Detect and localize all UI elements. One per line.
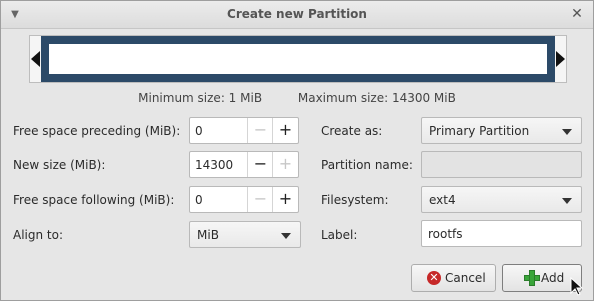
chevron-down-icon bbox=[281, 233, 291, 239]
free-preceding-decrement-button[interactable]: − bbox=[247, 118, 273, 143]
partition-name-input[interactable] bbox=[421, 151, 582, 178]
free-preceding-increment-button[interactable]: + bbox=[272, 118, 298, 143]
filesystem-dropdown[interactable]: ext4 bbox=[421, 186, 582, 213]
free-preceding-spinner[interactable]: 0 − + bbox=[189, 117, 299, 144]
create-as-label: Create as: bbox=[321, 124, 383, 138]
create-as-dropdown[interactable]: Primary Partition bbox=[421, 117, 582, 144]
fs-label-label: Label: bbox=[321, 228, 358, 242]
free-preceding-value[interactable]: 0 bbox=[195, 124, 203, 138]
size-limits: Minimum size: 1 MiB Maximum size: 14300 … bbox=[1, 91, 593, 105]
free-following-increment-button[interactable]: + bbox=[272, 187, 298, 212]
minimum-size-text: Minimum size: 1 MiB bbox=[138, 91, 263, 105]
filesystem-value: ext4 bbox=[429, 193, 456, 207]
dialog-title: Create new Partition bbox=[227, 7, 367, 21]
chevron-down-icon bbox=[562, 198, 572, 204]
mouse-cursor-icon bbox=[570, 277, 584, 296]
new-size-increment-button[interactable]: + bbox=[272, 152, 298, 177]
free-following-decrement-button[interactable]: − bbox=[247, 187, 273, 212]
maximum-size-text: Maximum size: 14300 MiB bbox=[297, 91, 456, 105]
title-bar: ▼ Create new Partition ✕ bbox=[1, 1, 593, 29]
plus-icon bbox=[524, 270, 540, 286]
create-as-value: Primary Partition bbox=[429, 124, 530, 138]
create-partition-dialog: ▼ Create new Partition ✕ Minimum size: 1… bbox=[0, 0, 594, 301]
new-size-value[interactable]: 14300 bbox=[195, 158, 233, 172]
close-icon[interactable]: ✕ bbox=[569, 6, 585, 22]
free-preceding-label: Free space preceding (MiB): bbox=[13, 124, 181, 138]
add-button-label: Add bbox=[541, 271, 565, 285]
fs-label-input[interactable]: rootfs bbox=[421, 220, 582, 247]
partition-bar[interactable] bbox=[41, 36, 555, 82]
free-following-value[interactable]: 0 bbox=[195, 193, 203, 207]
partition-bar-fill bbox=[49, 44, 547, 74]
filesystem-label: Filesystem: bbox=[321, 193, 389, 207]
free-following-spinner[interactable]: 0 − + bbox=[189, 186, 299, 213]
partition-name-label: Partition name: bbox=[321, 158, 413, 172]
align-label: Align to: bbox=[13, 228, 64, 242]
resize-handle-right-icon[interactable] bbox=[556, 51, 565, 67]
align-dropdown[interactable]: MiB bbox=[189, 221, 301, 248]
free-following-label: Free space following (MiB): bbox=[13, 193, 175, 207]
new-size-decrement-button[interactable]: − bbox=[247, 152, 273, 177]
cancel-button[interactable]: ✕ Cancel bbox=[411, 264, 496, 292]
resize-handle-left-icon[interactable] bbox=[31, 51, 40, 67]
fs-label-value: rootfs bbox=[428, 227, 463, 241]
cancel-icon: ✕ bbox=[427, 271, 441, 285]
new-size-spinner[interactable]: 14300 − + bbox=[189, 151, 299, 178]
align-value: MiB bbox=[197, 228, 219, 242]
new-size-label: New size (MiB): bbox=[13, 158, 106, 172]
cancel-button-label: Cancel bbox=[445, 271, 486, 285]
chevron-down-icon bbox=[562, 129, 572, 135]
partition-visualizer bbox=[29, 35, 567, 83]
